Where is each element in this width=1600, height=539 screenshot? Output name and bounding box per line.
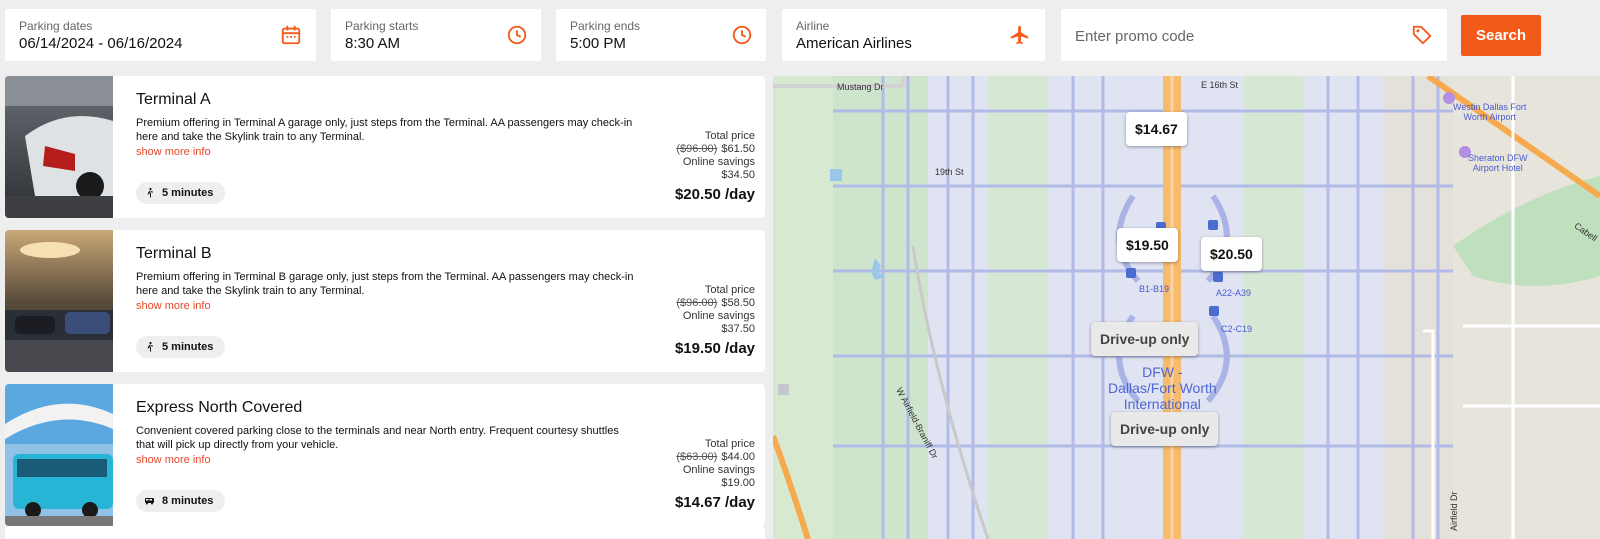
map-label-sheraton: Sheraton DFW Airport Hotel [1468, 153, 1528, 173]
shuttle-time-text: 8 minutes [162, 495, 214, 507]
shuttle-photo [5, 384, 113, 526]
map-label-16th: E 16th St [1201, 80, 1239, 90]
calendar-icon[interactable] [280, 24, 302, 46]
total-price-label: Total price [704, 130, 755, 142]
price-box: Total price ($96.00) $61.50 Online saving… [675, 130, 755, 204]
parking-starts-field[interactable]: Parking starts 8:30 AM [331, 9, 541, 61]
garage-photo [5, 76, 113, 218]
walk-time-text: 5 minutes [162, 187, 214, 199]
total-price-label: Total price [704, 438, 755, 450]
walking-icon [147, 341, 153, 352]
parking-dates-field[interactable]: Parking dates 06/14/2024 - 06/16/2024 [5, 9, 316, 61]
map-price-pin[interactable]: $14.67 [1126, 112, 1187, 146]
map-label-19th: 19th St [935, 167, 964, 177]
total-price-label: Total price [704, 284, 755, 296]
map-background [773, 76, 1600, 539]
price-box: Total price ($63.00) $44.00 Online saving… [675, 438, 755, 512]
walk-time-badge: 5 minutes [136, 182, 226, 204]
airplane-icon [1010, 25, 1029, 45]
map-label-dfw: DFW - Dallas/Fort Worth International [1108, 364, 1217, 412]
parking-ends-value: 5:00 PM [570, 35, 626, 52]
map-label-a-gates: A22-A39 [1216, 288, 1252, 298]
show-more-info-link[interactable]: show more info [136, 454, 211, 466]
next-result-card[interactable] [5, 526, 765, 539]
airline-value: American Airlines [796, 35, 912, 52]
clock-icon[interactable] [731, 24, 753, 46]
price-per-day: $19.50 /day [674, 340, 755, 357]
old-price: ($63.00) [676, 451, 718, 463]
search-bar: Parking dates 06/14/2024 - 06/16/2024 Pa… [0, 0, 1600, 72]
online-savings: $19.00 [721, 477, 755, 489]
result-description: Premium offering in Terminal B garage on… [136, 271, 634, 297]
online-savings: $37.50 [721, 323, 755, 335]
parking-ends-label: Parking ends [570, 19, 641, 33]
parking-dates-label: Parking dates [19, 19, 93, 33]
walking-icon [147, 187, 153, 198]
map-label-airfield-dr: Airfield Dr [1449, 491, 1459, 531]
airline-label: Airline [796, 19, 830, 33]
parking-starts-label: Parking starts [345, 19, 419, 33]
parking-starts-value: 8:30 AM [345, 35, 401, 52]
results-list: Terminal A Premium offering in Terminal … [5, 76, 765, 539]
result-card-express-north[interactable]: Express North Covered Convenient covered… [5, 384, 765, 526]
price-per-day: $14.67 /day [674, 494, 755, 511]
online-savings-label: Online savings [682, 156, 755, 168]
walk-time-badge: 5 minutes [136, 336, 226, 358]
map[interactable]: Mustang Dr E 16th St 19th St Westin Dall… [773, 76, 1600, 539]
online-savings-label: Online savings [682, 464, 755, 476]
map-label-b-gates: B1-B19 [1139, 284, 1170, 294]
result-description: Convenient covered parking close to the … [136, 425, 619, 451]
walk-time-text: 5 minutes [162, 341, 214, 353]
show-more-info-link[interactable]: show more info [136, 146, 211, 158]
show-more-info-link[interactable]: show more info [136, 300, 211, 312]
result-description: Premium offering in Terminal A garage on… [136, 117, 633, 143]
map-price-pin[interactable]: $19.50 [1117, 228, 1178, 262]
result-name[interactable]: Terminal B [136, 245, 212, 263]
total-price: $61.50 [721, 143, 755, 155]
map-driveup-pin[interactable]: Drive-up only [1091, 322, 1199, 356]
old-price: ($96.00) [676, 297, 718, 309]
result-name[interactable]: Terminal A [136, 91, 211, 109]
map-label-mustang: Mustang Dr [837, 82, 884, 92]
total-price: $44.00 [721, 451, 755, 463]
parking-dates-value: 06/14/2024 - 06/16/2024 [19, 35, 183, 52]
price-per-day: $20.50 /day [674, 186, 755, 203]
old-price: ($96.00) [676, 143, 718, 155]
promo-code-placeholder: Enter promo code [1075, 28, 1195, 45]
tag-icon [1412, 25, 1432, 45]
search-button[interactable]: Search [1461, 15, 1541, 56]
price-box: Total price ($96.00) $58.50 Online saving… [675, 284, 755, 358]
map-label-c-gates: C2-C19 [1221, 324, 1253, 334]
shuttle-icon [145, 498, 154, 505]
map-label-westin: Westin Dallas Fort Worth Airport [1453, 102, 1527, 122]
map-price-pin[interactable]: $20.50 [1201, 237, 1262, 271]
promo-code-input[interactable]: Enter promo code [1061, 9, 1447, 61]
online-savings-label: Online savings [682, 310, 755, 322]
result-card-terminal-b[interactable]: Terminal B Premium offering in Terminal … [5, 230, 765, 372]
airline-field[interactable]: Airline American Airlines [782, 9, 1045, 61]
clock-icon[interactable] [506, 24, 528, 46]
online-savings: $34.50 [721, 169, 755, 181]
garage-photo [5, 230, 113, 372]
parking-ends-field[interactable]: Parking ends 5:00 PM [556, 9, 766, 61]
shuttle-time-badge: 8 minutes [136, 490, 226, 512]
result-card-terminal-a[interactable]: Terminal A Premium offering in Terminal … [5, 76, 765, 218]
result-name[interactable]: Express North Covered [136, 399, 302, 417]
map-driveup-pin[interactable]: Drive-up only [1111, 412, 1219, 446]
total-price: $58.50 [721, 297, 755, 309]
